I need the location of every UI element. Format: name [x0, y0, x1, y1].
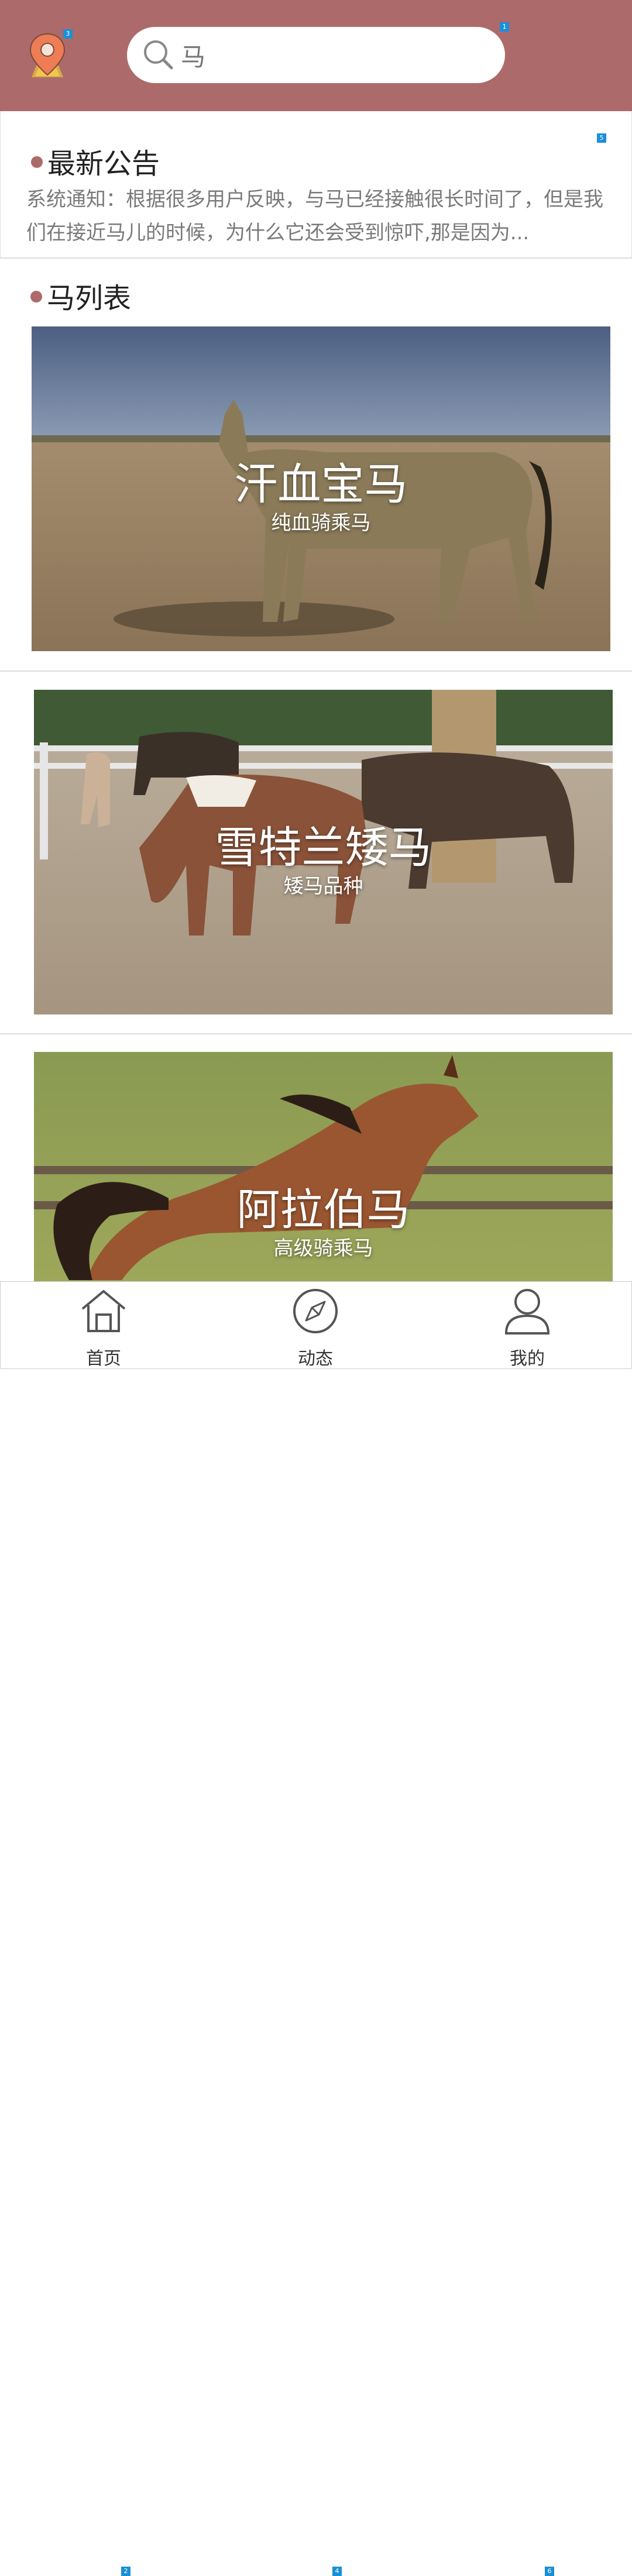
- notice-text: 系统通知：根据很多用户反映，与马已经接触很长时间了，但是我们在接近马儿的时候，为…: [26, 188, 603, 245]
- divider: [0, 670, 632, 672]
- tab-badge: 2: [121, 2567, 130, 2576]
- location-pin-icon: [29, 33, 66, 77]
- tab-badge: 6: [545, 2567, 554, 2576]
- bottom-tab-bar: 首页 2 动态 4 我的 6: [0, 1281, 632, 2576]
- divider: [0, 1033, 632, 1034]
- title-dot: [30, 291, 42, 302]
- tab-feed[interactable]: 动态: [257, 1282, 374, 1369]
- horse-subtitle: 高级骑乘马: [273, 1237, 373, 1260]
- tab-label: 首页: [86, 1349, 121, 1369]
- tab-label: 我的: [510, 1349, 545, 1369]
- horse-list-title: 马列表: [30, 275, 131, 316]
- home-icon: [81, 1290, 126, 1332]
- search-badge: 1: [500, 22, 509, 32]
- tab-label: 动态: [298, 1349, 333, 1369]
- horse-card[interactable]: 汗血宝马 纯血骑乘马: [32, 326, 610, 651]
- search-bar[interactable]: [127, 27, 505, 83]
- search-input[interactable]: [181, 35, 485, 75]
- horse-subtitle: 矮马品种: [283, 875, 363, 898]
- horse-card[interactable]: 雪特兰矮马 矮马品种: [34, 690, 613, 1014]
- user-icon: [504, 1289, 550, 1335]
- horse-subtitle: 纯血骑乘马: [271, 511, 371, 535]
- location-badge: 3: [63, 29, 73, 39]
- horse-name: 阿拉伯马: [236, 1185, 410, 1235]
- top-header: 3 1: [0, 0, 632, 111]
- notice-section[interactable]: 最新公告 5 系统通知：根据很多用户反映，与马已经接触很长时间了，但是我们在接近…: [0, 111, 632, 259]
- title-dot: [31, 156, 43, 168]
- horse-card[interactable]: 阿拉伯马 高级骑乘马: [34, 1052, 613, 1281]
- search-icon: [144, 40, 173, 70]
- horse-name: 汗血宝马: [234, 459, 408, 510]
- notice-badge: 5: [597, 133, 606, 143]
- notice-title: 最新公告: [31, 140, 160, 181]
- tab-badge: 4: [332, 2567, 342, 2576]
- tab-home[interactable]: 首页: [45, 1282, 162, 1369]
- location-button[interactable]: [27, 32, 68, 78]
- compass-icon: [293, 1289, 338, 1333]
- horse-name: 雪特兰矮马: [215, 823, 432, 873]
- tab-profile[interactable]: 我的: [469, 1282, 586, 1369]
